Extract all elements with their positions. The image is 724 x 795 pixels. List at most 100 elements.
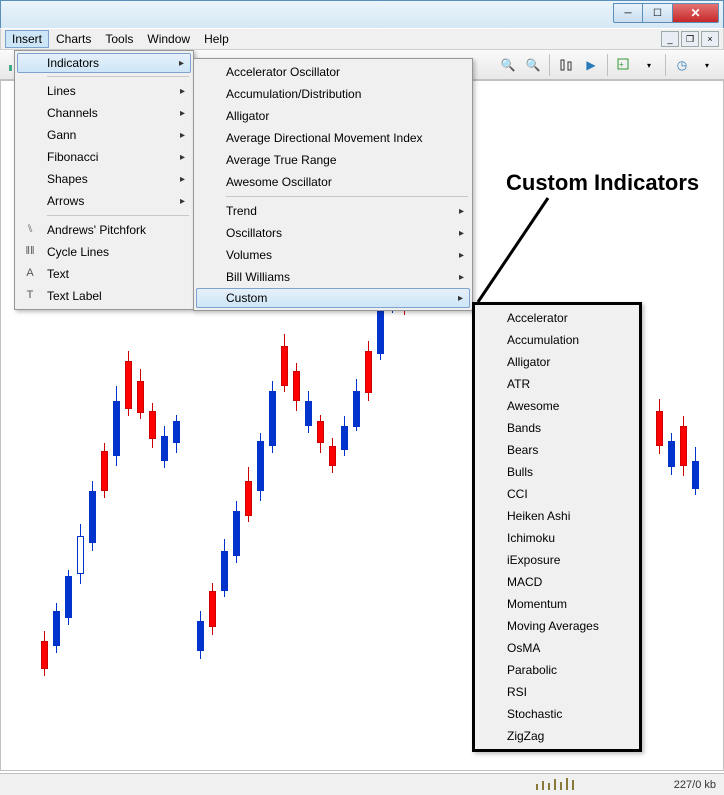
svg-text:+: +	[619, 60, 624, 69]
status-mini-chart	[536, 778, 586, 792]
menu-item-custom-stochastic[interactable]: Stochastic	[477, 703, 637, 725]
menu-item-atr[interactable]: Average True Range	[196, 149, 470, 171]
mdi-restore-button[interactable]: ❐	[681, 31, 699, 47]
menu-item-alligator[interactable]: Alligator	[196, 105, 470, 127]
window-maximize-button[interactable]: ☐	[643, 3, 673, 23]
menu-item-adx[interactable]: Average Directional Movement Index	[196, 127, 470, 149]
zoom-out-icon: 🔍	[526, 58, 541, 72]
text-icon: A	[22, 267, 38, 279]
status-kb: 227/0 kb	[674, 779, 716, 791]
menu-item-custom[interactable]: Custom	[196, 288, 470, 308]
menu-item-lines[interactable]: Lines	[17, 80, 191, 102]
cycle-icon: ‖‖	[22, 245, 38, 257]
menu-item-shapes[interactable]: Shapes	[17, 168, 191, 190]
chevron-down-icon: ▾	[705, 61, 709, 70]
menu-item-custom-bulls[interactable]: Bulls	[477, 461, 637, 483]
menu-item-custom-alligator[interactable]: Alligator	[477, 351, 637, 373]
maximize-icon: ☐	[653, 8, 662, 19]
menu-item-gann[interactable]: Gann	[17, 124, 191, 146]
toolbar-dropdown-button[interactable]: ▾	[696, 54, 718, 76]
chevron-down-icon: ▾	[647, 61, 651, 70]
menu-item-custom-accelerator[interactable]: Accelerator	[477, 307, 637, 329]
menu-item-oscillators[interactable]: Oscillators	[196, 222, 470, 244]
menu-item-custom-rsi[interactable]: RSI	[477, 681, 637, 703]
menu-item-indicators[interactable]: Indicators	[17, 53, 191, 73]
zoom-in-button[interactable]: 🔍	[497, 54, 519, 76]
menu-label: Andrews' Pitchfork	[47, 223, 146, 237]
menu-item-custom-moving-averages[interactable]: Moving Averages	[477, 615, 637, 637]
menu-item-custom-iexposure[interactable]: iExposure	[477, 549, 637, 571]
mdi-close-button[interactable]: ×	[701, 31, 719, 47]
menu-item-custom-accumulation[interactable]: Accumulation	[477, 329, 637, 351]
menu-help[interactable]: Help	[197, 30, 236, 48]
minimize-icon: ─	[624, 8, 631, 19]
arrow-icon: ▶	[586, 58, 595, 72]
pitchfork-icon: ⑊	[22, 223, 38, 235]
toolbar-indicator-button[interactable]: +	[613, 54, 635, 76]
menu-item-text-label[interactable]: T Text Label	[17, 285, 191, 307]
menu-separator	[226, 196, 468, 197]
menu-separator	[47, 76, 189, 77]
indicator-icon: +	[616, 57, 632, 73]
annotation-label: Custom Indicators	[506, 170, 699, 196]
menu-item-fibonacci[interactable]: Fibonacci	[17, 146, 191, 168]
menu-label: Text	[47, 267, 69, 281]
menu-item-custom-bears[interactable]: Bears	[477, 439, 637, 461]
candlestick-icon	[558, 57, 574, 73]
insert-menu: Indicators Lines Channels Gann Fibonacci…	[14, 50, 194, 310]
restore-icon: ❐	[686, 34, 694, 45]
menu-item-custom-momentum[interactable]: Momentum	[477, 593, 637, 615]
toolbar-shift-button[interactable]: ▶	[580, 54, 602, 76]
menu-item-custom-cci[interactable]: CCI	[477, 483, 637, 505]
menu-item-bill- williams[interactable]: Bill Williams	[196, 266, 470, 288]
menu-insert[interactable]: Insert	[5, 30, 49, 48]
menu-label: Text Label	[47, 289, 102, 303]
close-icon: ×	[707, 34, 712, 44]
close-icon: ✕	[690, 6, 700, 20]
zoom-in-icon: 🔍	[501, 58, 516, 72]
menu-item-custom-awesome[interactable]: Awesome	[477, 395, 637, 417]
menu-label: Cycle Lines	[47, 245, 109, 259]
title-bar: ─ ☐ ✕	[0, 0, 724, 28]
menu-item-custom-heiken-ashi[interactable]: Heiken Ashi	[477, 505, 637, 527]
status-bar: 227/0 kb	[0, 773, 724, 795]
text-label-icon: T	[22, 289, 38, 301]
toolbar-dropdown-button[interactable]: ▾	[638, 54, 660, 76]
minimize-icon: _	[667, 34, 672, 44]
toolbar-separator	[665, 54, 666, 76]
menu-item-trend[interactable]: Trend	[196, 200, 470, 222]
window-minimize-button[interactable]: ─	[613, 3, 643, 23]
menu-charts[interactable]: Charts	[49, 30, 98, 48]
menu-item-arrows[interactable]: Arrows	[17, 190, 191, 212]
mdi-minimize-button[interactable]: _	[661, 31, 679, 47]
zoom-out-button[interactable]: 🔍	[522, 54, 544, 76]
menu-item-custom-atr[interactable]: ATR	[477, 373, 637, 395]
clock-icon: ◷	[677, 58, 687, 72]
menu-bar: Insert Charts Tools Window Help _ ❐ ×	[0, 28, 724, 50]
menu-item-custom-osma[interactable]: OsMA	[477, 637, 637, 659]
toolbar-candles-button[interactable]	[555, 54, 577, 76]
custom-indicators-menu: AcceleratorAccumulationAlligatorATRAweso…	[472, 302, 642, 752]
menu-separator	[47, 215, 189, 216]
menu-item-custom-parabolic[interactable]: Parabolic	[477, 659, 637, 681]
menu-item-text[interactable]: A Text	[17, 263, 191, 285]
toolbar-separator	[549, 54, 550, 76]
menu-window[interactable]: Window	[140, 30, 197, 48]
menu-item-accelerator-oscillator[interactable]: Accelerator Oscillator	[196, 61, 470, 83]
menu-item-awesome-oscillator[interactable]: Awesome Oscillator	[196, 171, 470, 193]
menu-item-custom-ichimoku[interactable]: Ichimoku	[477, 527, 637, 549]
menu-item-channels[interactable]: Channels	[17, 102, 191, 124]
menu-item-custom-macd[interactable]: MACD	[477, 571, 637, 593]
menu-item-andrews-pitchfork[interactable]: ⑊ Andrews' Pitchfork	[17, 219, 191, 241]
menu-tools[interactable]: Tools	[98, 30, 140, 48]
menu-item-volumes[interactable]: Volumes	[196, 244, 470, 266]
indicators-menu: Accelerator Oscillator Accumulation/Dist…	[193, 58, 473, 311]
toolbar-time-button[interactable]: ◷	[671, 54, 693, 76]
menu-item-custom-bands[interactable]: Bands	[477, 417, 637, 439]
menu-item-cycle-lines[interactable]: ‖‖ Cycle Lines	[17, 241, 191, 263]
window-close-button[interactable]: ✕	[673, 3, 719, 23]
toolbar-separator	[607, 54, 608, 76]
annotation-arrow	[472, 196, 572, 306]
menu-item-custom-zigzag[interactable]: ZigZag	[477, 725, 637, 747]
menu-item-accumulation-distribution[interactable]: Accumulation/Distribution	[196, 83, 470, 105]
